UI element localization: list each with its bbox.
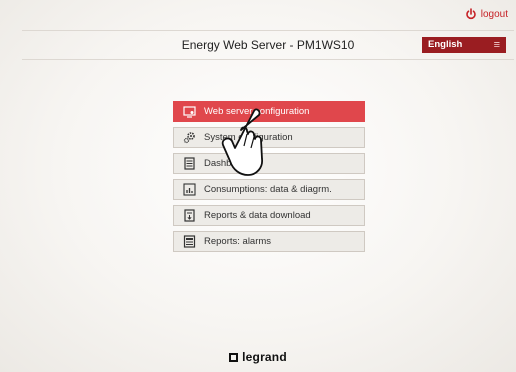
language-selector[interactable]: English ≡ <box>422 37 506 53</box>
logout-label: logout <box>480 8 508 20</box>
menu-item-label: Reports: alarms <box>204 236 272 247</box>
logout-link[interactable]: logout <box>465 8 508 20</box>
menu-item-label: Consumptions: data & diagrm. <box>204 184 332 195</box>
monitor-settings-icon <box>174 105 204 118</box>
menu-item-web-server-configuration[interactable]: Web server configuration <box>173 101 365 122</box>
chart-icon <box>174 183 204 196</box>
menu-item-system-configuration[interactable]: System configuration <box>173 127 365 148</box>
menu-item-label: Web server configuration <box>204 106 310 117</box>
legrand-logo-square-icon <box>229 352 239 362</box>
dashboard-icon <box>174 157 204 170</box>
main-menu: Web server configuration System configur… <box>173 101 365 257</box>
menu-item-reports-download[interactable]: Reports & data download <box>173 205 365 226</box>
footer-logo: legrand <box>0 350 516 364</box>
menu-item-label: System configuration <box>204 132 293 143</box>
menu-item-consumptions[interactable]: Consumptions: data & diagrm. <box>173 179 365 200</box>
alarm-report-icon <box>174 235 204 248</box>
menu-item-dashboard[interactable]: Dashboard <box>173 153 365 174</box>
gears-icon <box>174 131 204 144</box>
report-download-icon <box>174 209 204 222</box>
power-icon <box>465 8 476 20</box>
menu-lines-icon: ≡ <box>493 39 500 51</box>
menu-item-label: Dashboard <box>204 158 251 169</box>
language-label: English <box>428 39 463 50</box>
header-bar: Energy Web Server - PM1WS10 English ≡ <box>22 30 514 60</box>
brand-name: legrand <box>242 350 287 364</box>
menu-item-reports-alarms[interactable]: Reports: alarms <box>173 231 365 252</box>
menu-item-label: Reports & data download <box>204 210 311 221</box>
